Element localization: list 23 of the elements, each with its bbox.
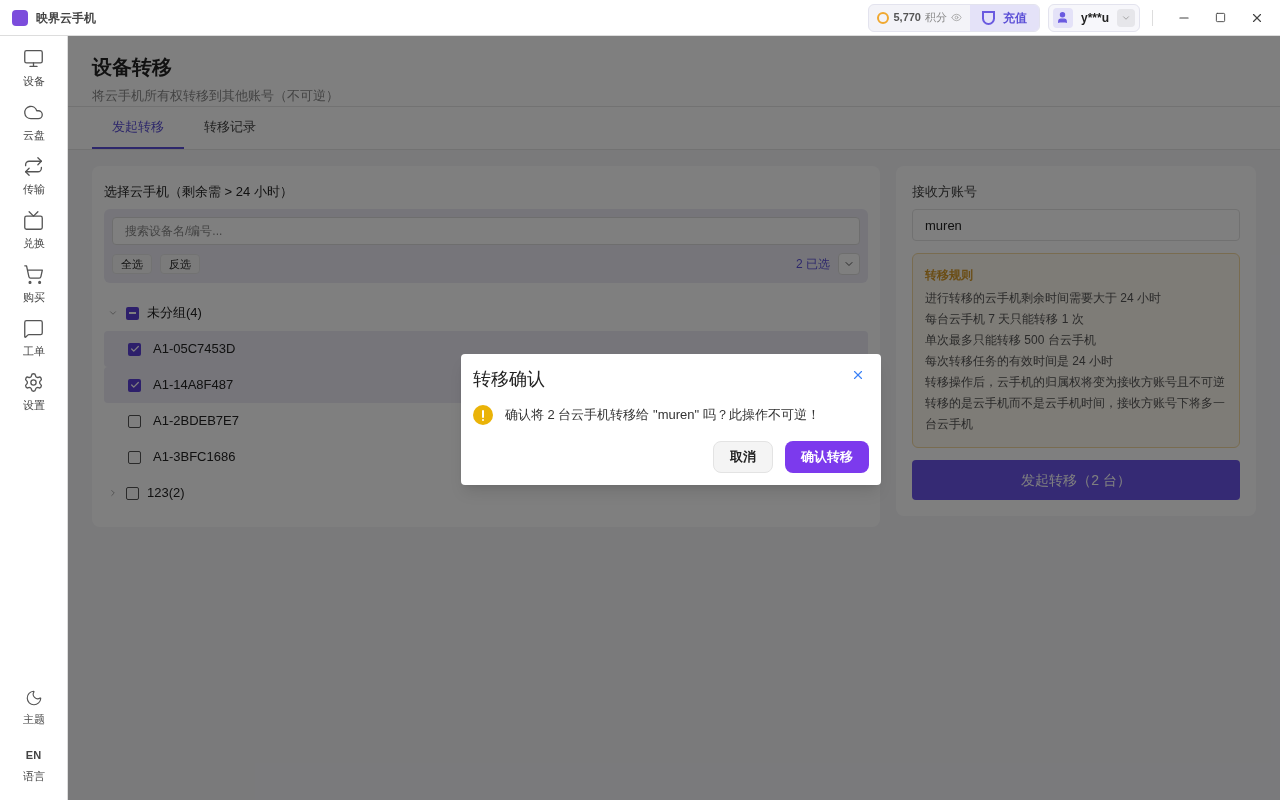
dialog-title: 转移确认 [473, 368, 545, 391]
selected-count: 2 已选 [796, 256, 830, 273]
device-id: A1-05C7453D [153, 340, 236, 359]
page-title: 设备转移 [92, 55, 173, 80]
group-name: 未分组(4) [147, 304, 202, 323]
points-unit: 积分 [925, 10, 947, 26]
device-id: A1-14A8F487 [153, 376, 234, 395]
rule-text: 进行转移的云手机剩余时间需要大于 24 小时 [925, 290, 1162, 307]
device-id: A1-2BDEB7E7 [153, 412, 239, 431]
field-label: 接收方账号 [912, 182, 978, 201]
panel-title: 选择云手机（剩余需 > 24 小时） [104, 182, 294, 201]
device-id: A1-3BFC1686 [153, 448, 236, 467]
rule-text: 每台云手机 7 天只能转移 1 次 [925, 311, 1085, 328]
dialog-message: 确认将 2 台云手机转移给 "muren" 吗？此操作不可逆！ [505, 406, 820, 425]
rule-text: 单次最多只能转移 500 台云手机 [925, 332, 1097, 349]
app-name: 映界云手机 [36, 9, 96, 27]
rules-title: 转移规则 [925, 267, 974, 284]
rule-text: 转移操作后，云手机的归属权将变为接收方账号且不可逆 [925, 374, 1226, 391]
points-value: 5,770 [893, 10, 921, 26]
username: y***u [1080, 9, 1110, 27]
group-name: 123(2) [147, 484, 185, 503]
rule-text: 转移的是云手机而不是云手机时间，接收方账号下将多一台云手机 [925, 395, 1226, 433]
rule-text: 每次转移任务的有效时间是 24 小时 [925, 353, 1114, 370]
